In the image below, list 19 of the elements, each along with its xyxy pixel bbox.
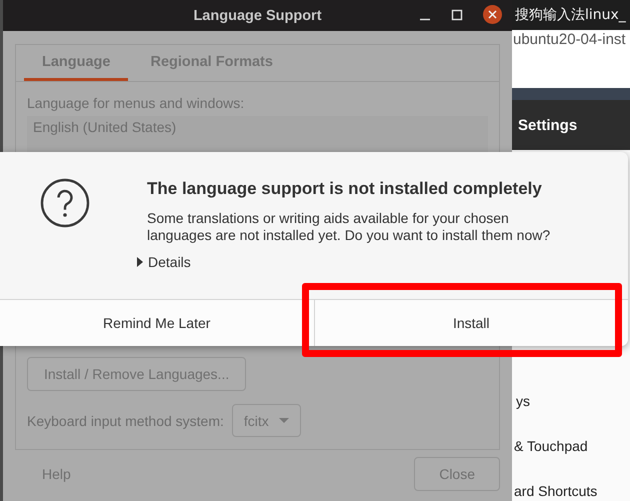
address-text[interactable]: ubuntu20-04-inst <box>513 31 626 48</box>
expander-icon <box>137 257 143 267</box>
input-method-label: Keyboard input method system: <box>27 412 224 428</box>
sidebar-item[interactable]: ard Shortcuts <box>514 482 598 501</box>
maximize-icon[interactable] <box>451 8 463 20</box>
dialog-title: The language support is not installed completely <box>147 179 543 199</box>
tab-title[interactable]: 搜狗输入法linux_ <box>515 6 626 24</box>
details-expander[interactable]: Details <box>137 254 191 270</box>
close-icon[interactable] <box>483 5 502 24</box>
list-label: Language for menus and windows: <box>27 95 246 111</box>
header-title: Settings <box>518 116 578 134</box>
dialog-button[interactable]: Install <box>314 300 628 346</box>
caret-icon <box>278 418 289 424</box>
question-icon <box>40 178 90 228</box>
window-title: Language Support <box>193 8 322 24</box>
sidebar-item[interactable]: & Touchpad <box>514 437 588 456</box>
sidebar-item[interactable]: ys <box>516 392 530 411</box>
dialog-message: Some translations or writing aids available for your chosen languages are not installed yet. Do you want to install them now? <box>147 210 552 244</box>
dialog-button[interactable]: Remind Me Later <box>0 300 314 346</box>
